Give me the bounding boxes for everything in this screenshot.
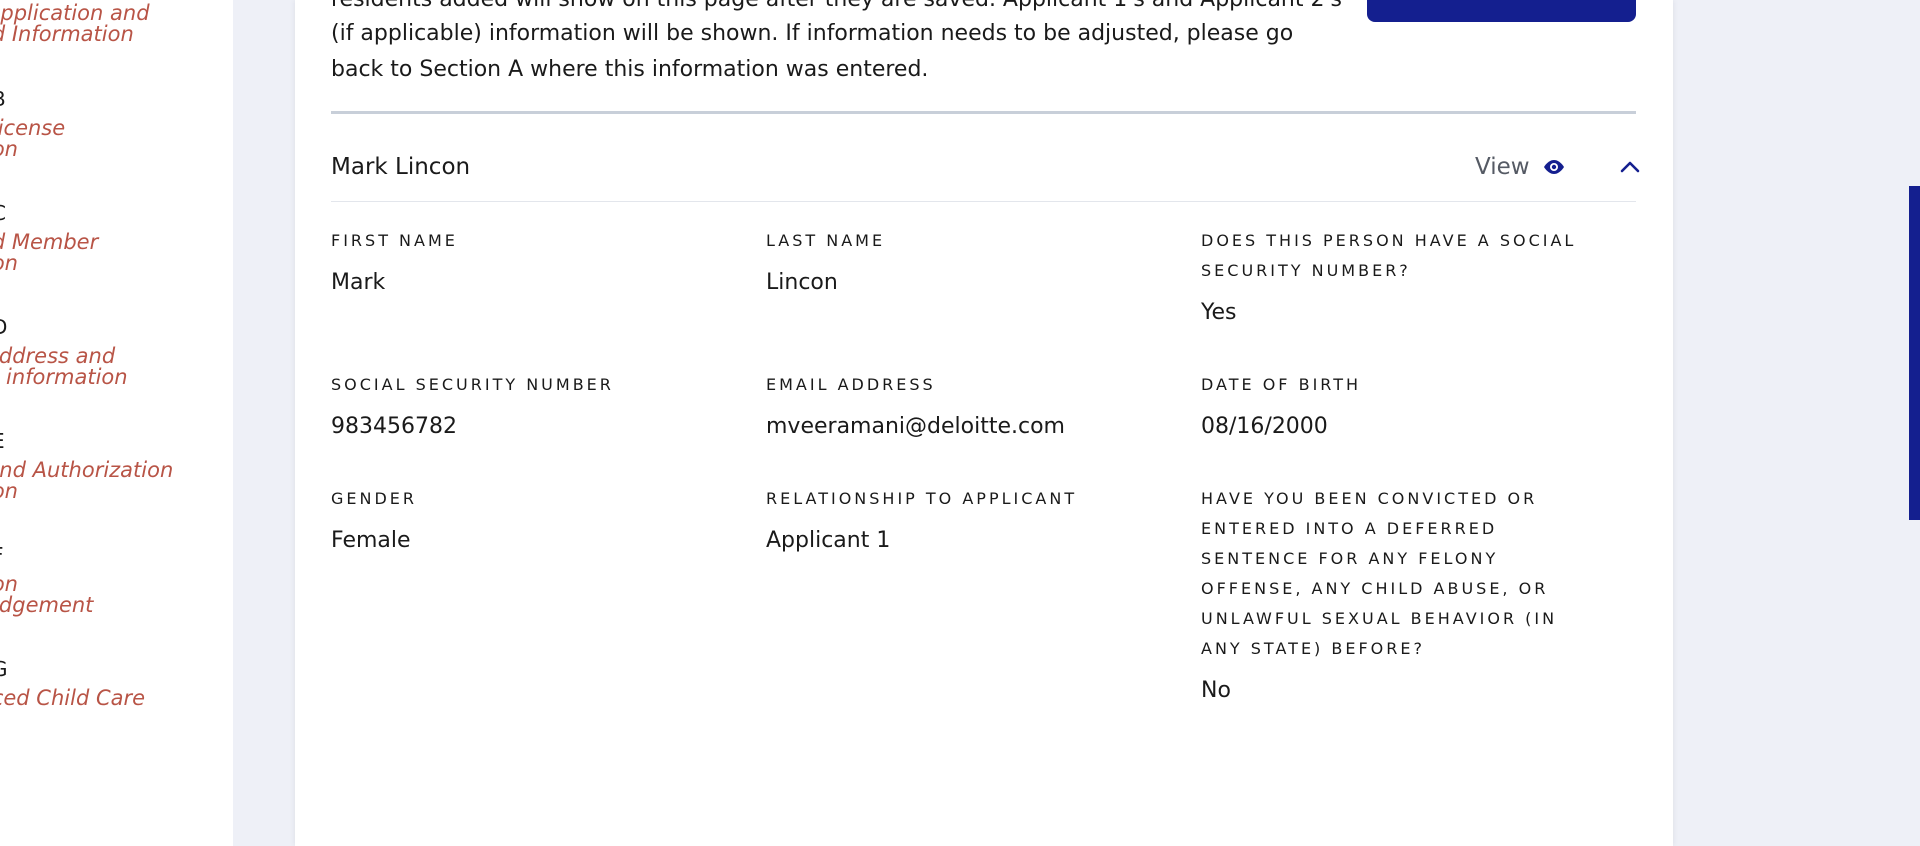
nav-step-a-label-2[interactable]: ld Information	[0, 24, 134, 45]
convicted-value: No	[1201, 678, 1231, 703]
nav-step-b-label-2[interactable]: ion	[0, 139, 18, 160]
email-label: EMAIL ADDRESS	[766, 375, 936, 394]
scrollbar-thumb[interactable]	[1909, 186, 1920, 520]
gender-value: Female	[331, 528, 411, 553]
nav-step-f-label-2[interactable]: edgement	[0, 595, 93, 616]
person-header-divider	[331, 201, 1636, 202]
field-has-ssn: DOES THIS PERSON HAVE A SOCIAL SECURITY …	[1201, 226, 1601, 325]
convicted-label-2: ENTERED INTO A DEFERRED	[1201, 519, 1498, 538]
nav-step-f-letter: F	[0, 544, 4, 566]
nav-step-b-letter: B	[0, 88, 6, 110]
nav-step-d-label-1[interactable]: address and	[0, 346, 115, 367]
nav-step-d-letter: D	[0, 316, 7, 338]
nav-step-e-letter: E	[0, 430, 5, 452]
field-relationship: RELATIONSHIP TO APPLICANT Applicant 1	[766, 484, 1166, 553]
nav-step-g-letter: G	[0, 658, 8, 680]
nav-step-g-label-1[interactable]: iced Child Care	[0, 688, 145, 709]
relationship-label: RELATIONSHIP TO APPLICANT	[766, 489, 1078, 508]
ssn-label: SOCIAL SECURITY NUMBER	[331, 375, 614, 394]
add-household-member-button[interactable]	[1367, 0, 1636, 22]
convicted-label-5: UNLAWFUL SEXUAL BEHAVIOR (IN	[1201, 609, 1558, 628]
has-ssn-value: Yes	[1201, 300, 1237, 325]
dob-value: 08/16/2000	[1201, 414, 1328, 439]
first-name-value: Mark	[331, 270, 386, 295]
email-value: mveeramani@deloitte.com	[766, 414, 1065, 439]
convicted-label-4: OFFENSE, ANY CHILD ABUSE, OR	[1201, 579, 1549, 598]
intro-line-2: (if applicable) information will be show…	[331, 21, 1294, 46]
ssn-value: 983456782	[331, 414, 457, 439]
convicted-label-6: ANY STATE) BEFORE?	[1201, 639, 1425, 658]
field-gender: GENDER Female	[331, 484, 731, 553]
nav-step-b-label-1[interactable]: License	[0, 118, 65, 139]
nav-step-e-label-1[interactable]: und Authorization	[0, 460, 173, 481]
field-dob: DATE OF BIRTH 08/16/2000	[1201, 370, 1601, 439]
field-ssn: SOCIAL SECURITY NUMBER 983456782	[331, 370, 731, 439]
section-sidebar: Application and ld Information B License…	[0, 0, 233, 846]
person-name: Mark Lincon	[331, 154, 471, 180]
nav-step-e-label-2[interactable]: ion	[0, 481, 18, 502]
nav-step-f-label-1[interactable]: ion	[0, 574, 18, 595]
relationship-value: Applicant 1	[766, 528, 891, 553]
household-members-card: residents added will show on this page a…	[295, 0, 1673, 846]
field-last-name: LAST NAME Lincon	[766, 226, 1166, 295]
nav-step-c-letter: C	[0, 202, 6, 224]
section-divider	[331, 111, 1636, 114]
field-email: EMAIL ADDRESS mveeramani@deloitte.com	[766, 370, 1166, 439]
convicted-label-3: SENTENCE FOR ANY FELONY	[1201, 549, 1499, 568]
nav-step-c-label-2[interactable]: ion	[0, 253, 18, 274]
last-name-value: Lincon	[766, 270, 838, 295]
has-ssn-label-2: SECURITY NUMBER?	[1201, 261, 1411, 280]
last-name-label: LAST NAME	[766, 231, 886, 250]
view-button[interactable]: View	[1475, 154, 1530, 180]
has-ssn-label-1: DOES THIS PERSON HAVE A SOCIAL	[1201, 231, 1577, 250]
nav-step-d-label-2[interactable]: g information	[0, 367, 128, 388]
first-name-label: FIRST NAME	[331, 231, 458, 250]
field-convicted: HAVE YOU BEEN CONVICTED OR ENTERED INTO …	[1201, 484, 1601, 703]
nav-step-c-label-1[interactable]: ld Member	[0, 232, 98, 253]
eye-icon[interactable]	[1541, 157, 1567, 177]
chevron-up-icon[interactable]	[1619, 156, 1641, 178]
gender-label: GENDER	[331, 489, 418, 508]
person-accordion-header[interactable]: Mark Lincon View	[331, 150, 1640, 202]
field-first-name: FIRST NAME Mark	[331, 226, 731, 295]
dob-label: DATE OF BIRTH	[1201, 375, 1362, 394]
convicted-label-1: HAVE YOU BEEN CONVICTED OR	[1201, 489, 1538, 508]
intro-line-3: back to Section A where this information…	[331, 57, 929, 82]
nav-step-a-label-1[interactable]: Application and	[0, 3, 150, 24]
